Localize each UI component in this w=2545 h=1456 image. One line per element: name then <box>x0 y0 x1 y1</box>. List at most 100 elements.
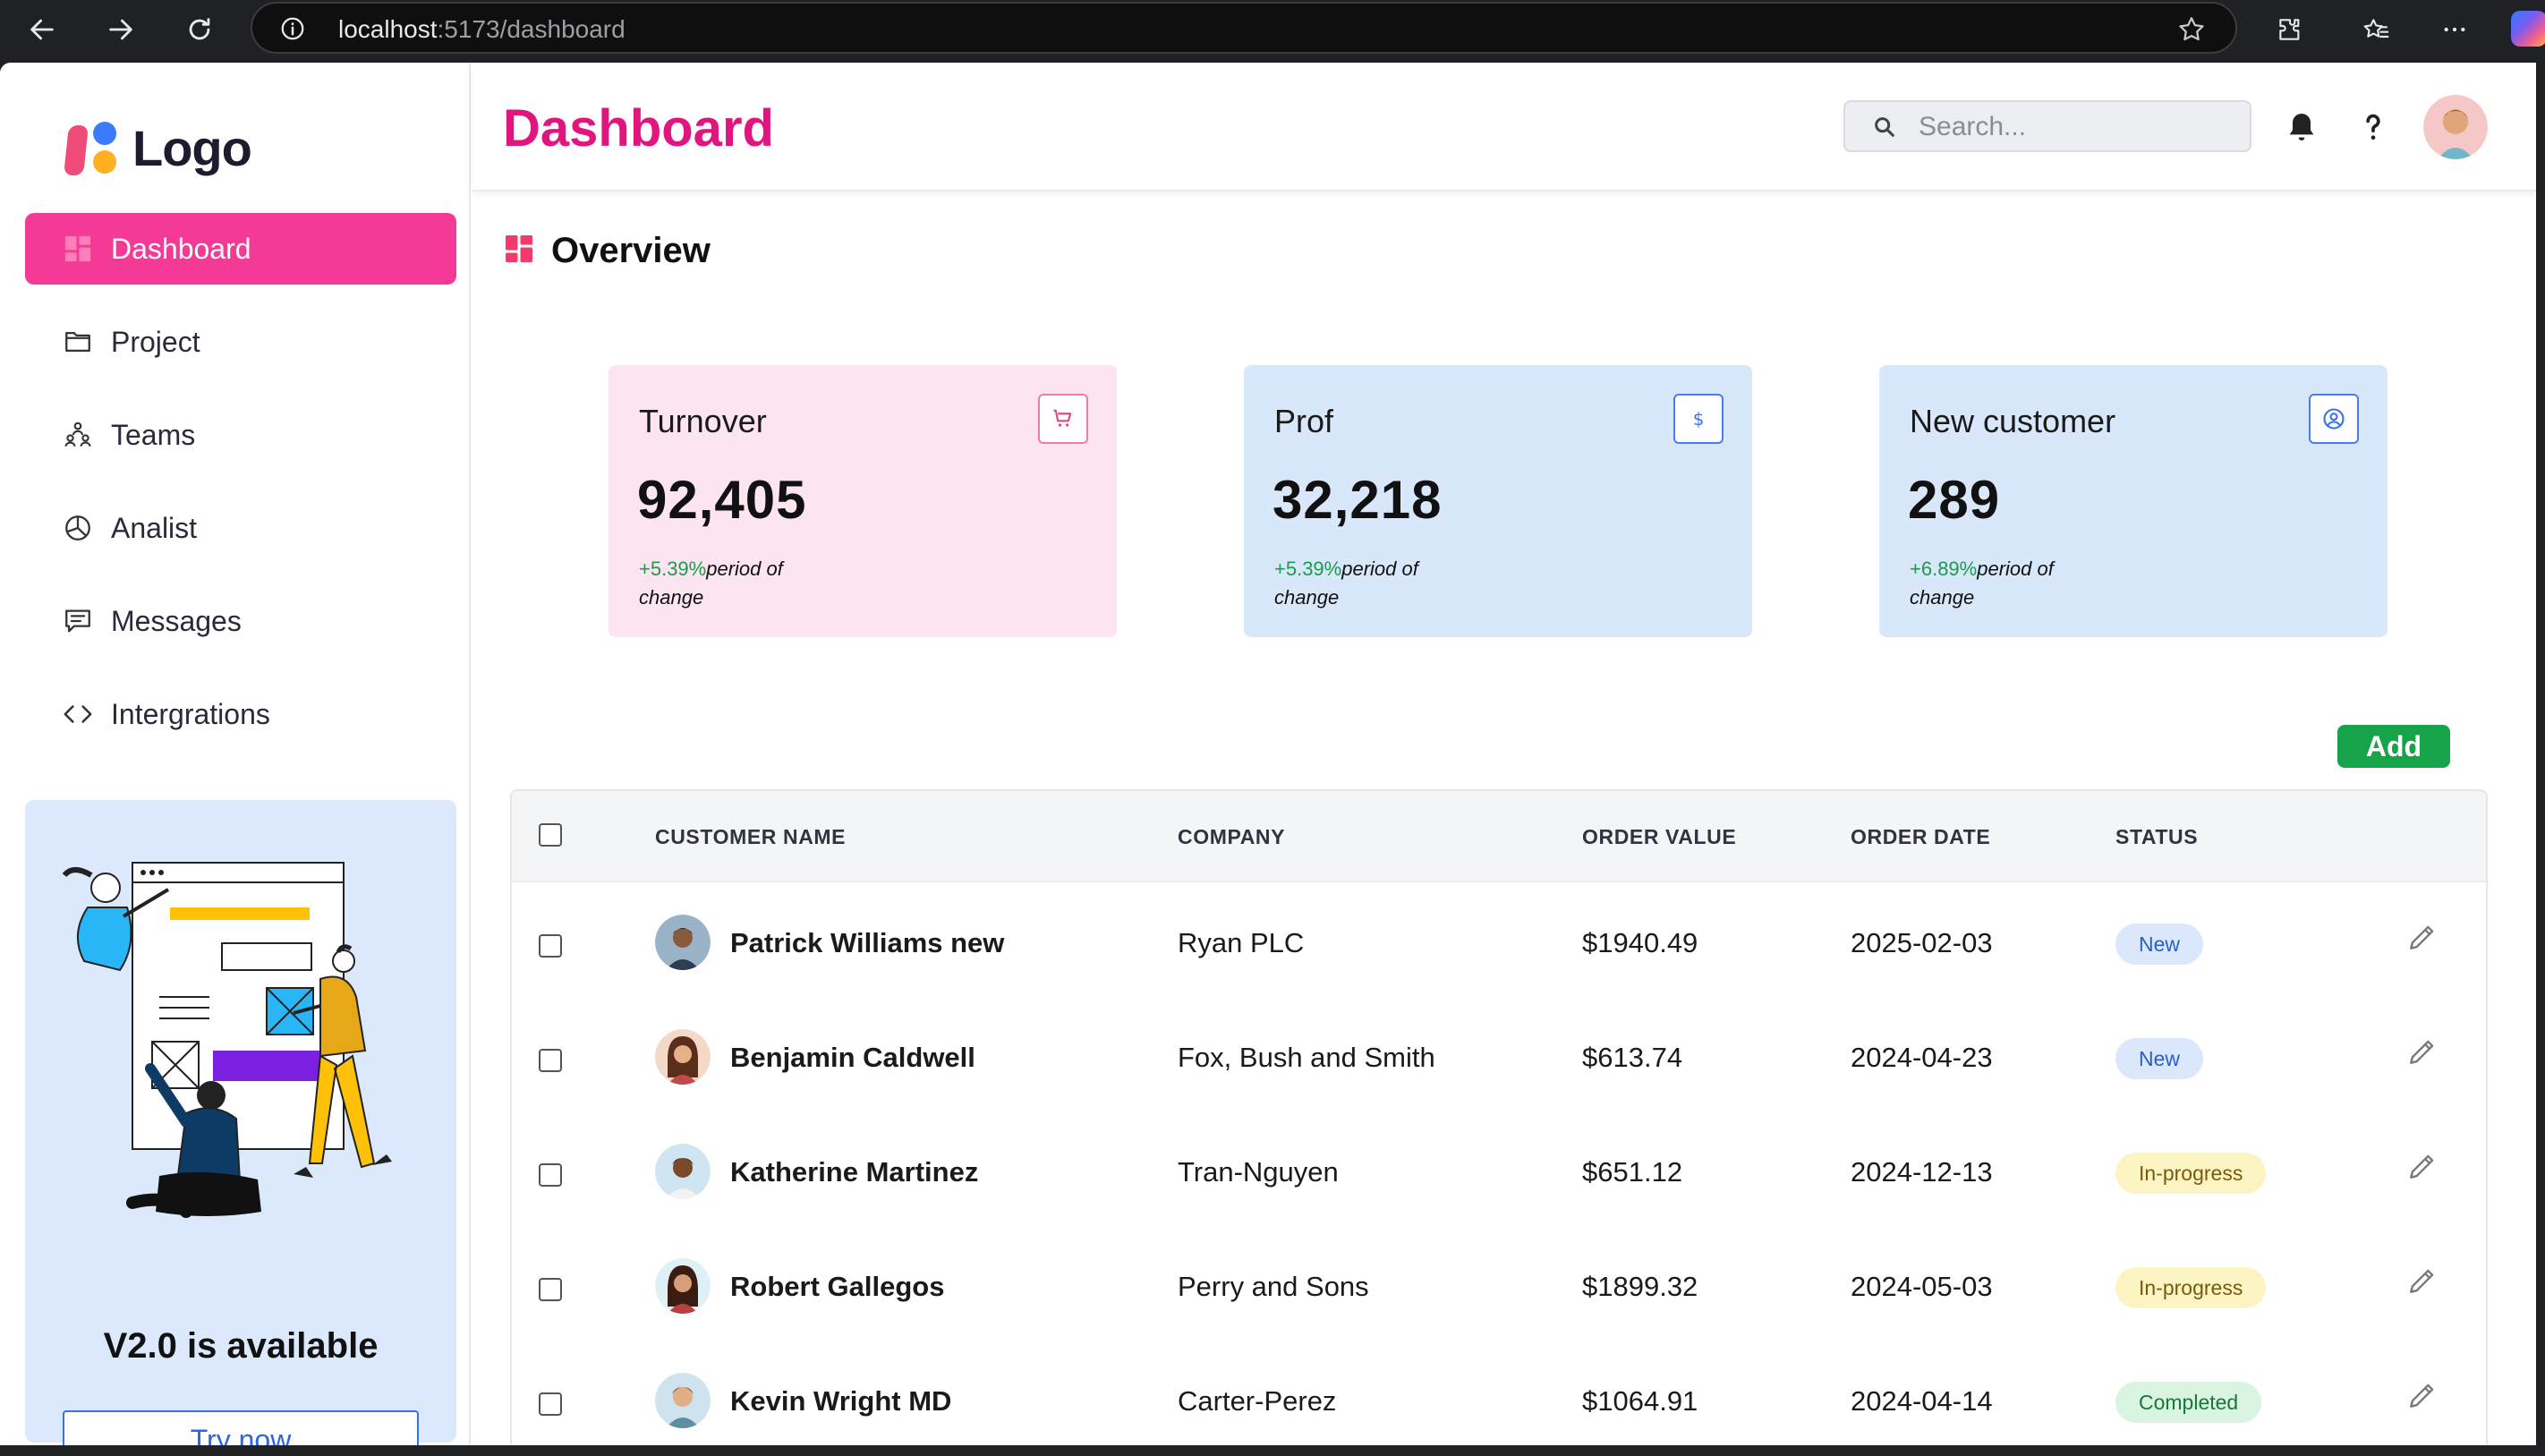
status-badge: Completed <box>2115 1382 2262 1423</box>
stat-card-change: +5.39%period of change <box>1274 555 1471 612</box>
edit-pencil-icon[interactable] <box>2405 920 2439 954</box>
sidebar-item-label: Dashboard <box>111 232 251 265</box>
url-host: localhost <box>338 15 438 43</box>
dollar-icon: $ <box>1673 394 1724 444</box>
promo-card: V2.0 is available Try now <box>25 800 456 1445</box>
table-row: Kevin Wright MD Carter-Perez $1064.91 20… <box>512 1342 2486 1445</box>
customer-avatar <box>655 1144 711 1199</box>
sidebar-item-teams[interactable]: Teams <box>25 399 456 471</box>
stat-card-change: +6.89%period of change <box>1910 555 2107 612</box>
help-button[interactable] <box>2353 107 2393 147</box>
customer-name[interactable]: Robert Gallegos <box>730 1271 944 1303</box>
column-header-customer[interactable]: CUSTOMER NAME <box>655 825 846 849</box>
column-header-order-date[interactable]: ORDER DATE <box>1851 825 1990 849</box>
order-value: $651.12 <box>1582 1156 1683 1188</box>
customer-name[interactable]: Patrick Williams new <box>730 927 1004 959</box>
sidebar-item-analist[interactable]: Analist <box>25 492 456 564</box>
stat-card-new-customer: New customer 289 +6.89%period of change <box>1879 365 2388 637</box>
promo-illustration <box>62 862 392 1218</box>
user-avatar[interactable] <box>2423 95 2488 159</box>
search-input[interactable] <box>1919 109 2232 145</box>
user-circle-icon <box>2309 394 2359 444</box>
stat-card-change: +5.39%period of change <box>639 555 836 612</box>
edit-pencil-icon[interactable] <box>2405 1378 2439 1412</box>
row-checkbox[interactable] <box>539 1392 562 1416</box>
edit-pencil-icon[interactable] <box>2405 1264 2439 1298</box>
orders-table: CUSTOMER NAME COMPANY ORDER VALUE ORDER … <box>510 789 2488 1445</box>
stat-card-value: 289 <box>1908 470 2001 530</box>
customer-name[interactable]: Katherine Martinez <box>730 1156 978 1188</box>
change-percent: +5.39% <box>639 558 707 580</box>
order-date: 2024-04-14 <box>1851 1385 1993 1417</box>
sidebar-item-label: Project <box>111 325 200 358</box>
copilot-icon[interactable] <box>2511 11 2545 47</box>
info-icon[interactable] <box>279 15 306 42</box>
customer-name[interactable]: Benjamin Caldwell <box>730 1042 975 1074</box>
reload-button[interactable] <box>175 5 224 54</box>
extensions-button[interactable] <box>2269 9 2311 50</box>
change-percent: +6.89% <box>1910 558 1978 580</box>
address-bar[interactable]: localhost:5173/dashboard <box>251 2 2237 54</box>
question-mark-icon <box>2366 114 2380 140</box>
row-checkbox[interactable] <box>539 934 562 958</box>
back-button[interactable] <box>18 5 66 54</box>
sidebar-item-dashboard[interactable]: Dashboard <box>25 213 456 285</box>
table-row: Patrick Williams new Ryan PLC $1940.49 2… <box>512 884 2486 999</box>
overview-heading: Overview <box>503 231 711 271</box>
stat-card-label: New customer <box>1910 403 2116 439</box>
cart-icon <box>1038 394 1088 444</box>
row-checkbox[interactable] <box>539 1163 562 1187</box>
sidebar-item-label: Teams <box>111 418 196 451</box>
order-value: $1940.49 <box>1582 927 1698 958</box>
customer-avatar <box>655 1258 711 1314</box>
notification-button[interactable] <box>2282 107 2321 147</box>
star-icon[interactable] <box>2176 14 2207 45</box>
customer-name[interactable]: Kevin Wright MD <box>730 1385 951 1418</box>
company: Fox, Bush and Smith <box>1178 1042 1435 1073</box>
order-date: 2024-04-23 <box>1851 1042 1993 1073</box>
column-header-order-value[interactable]: ORDER VALUE <box>1582 825 1736 849</box>
arrow-left-icon <box>30 19 54 40</box>
url-text[interactable]: localhost:5173/dashboard <box>338 15 626 44</box>
select-all-checkbox[interactable] <box>539 823 562 847</box>
forward-button[interactable] <box>97 5 145 54</box>
customer-avatar <box>655 1373 711 1428</box>
company: Ryan PLC <box>1178 927 1305 958</box>
row-checkbox[interactable] <box>539 1278 562 1301</box>
row-checkbox[interactable] <box>539 1049 562 1072</box>
sidebar-item-label: Messages <box>111 604 242 637</box>
customer-avatar <box>655 1029 711 1085</box>
company: Tran-Nguyen <box>1178 1156 1339 1188</box>
add-button[interactable]: Add <box>2337 725 2450 768</box>
favorites-button[interactable] <box>2355 9 2396 50</box>
sidebar-item-label: Intergrations <box>111 697 270 730</box>
code-brackets-icon <box>63 699 93 729</box>
logo-text: Logo <box>132 119 252 176</box>
search-icon <box>1875 117 1894 137</box>
column-header-status[interactable]: STATUS <box>2115 825 2198 849</box>
reload-icon <box>189 18 210 40</box>
teams-icon <box>63 420 93 450</box>
sidebar-item-intergrations[interactable]: Intergrations <box>25 678 456 750</box>
column-header-company[interactable]: COMPANY <box>1178 825 1285 849</box>
browser-chrome: localhost:5173/dashboard <box>0 0 2545 59</box>
table-row: Robert Gallegos Perry and Sons $1899.32 … <box>512 1228 2486 1342</box>
search-box[interactable] <box>1843 100 2251 152</box>
stat-card-value: 32,218 <box>1272 470 1443 530</box>
more-button[interactable] <box>2434 9 2475 50</box>
url-path: :5173/dashboard <box>437 15 626 43</box>
bell-icon <box>2289 114 2314 140</box>
edit-pencil-icon[interactable] <box>2405 1035 2439 1069</box>
page-title: Dashboard <box>503 99 774 158</box>
app-window: Logo Dashboard Project Teams Analist Mes… <box>0 63 2536 1445</box>
try-now-button[interactable]: Try now <box>63 1410 419 1445</box>
status-badge: New <box>2115 1038 2204 1079</box>
status-badge: In-progress <box>2115 1267 2267 1308</box>
sidebar-item-messages[interactable]: Messages <box>25 585 456 657</box>
stat-card-label: Turnover <box>639 403 767 439</box>
logo[interactable]: Logo <box>63 118 252 177</box>
order-date: 2024-12-13 <box>1851 1156 1993 1188</box>
sidebar-item-project[interactable]: Project <box>25 306 456 378</box>
stat-card-value: 92,405 <box>637 470 807 530</box>
edit-pencil-icon[interactable] <box>2405 1149 2439 1183</box>
